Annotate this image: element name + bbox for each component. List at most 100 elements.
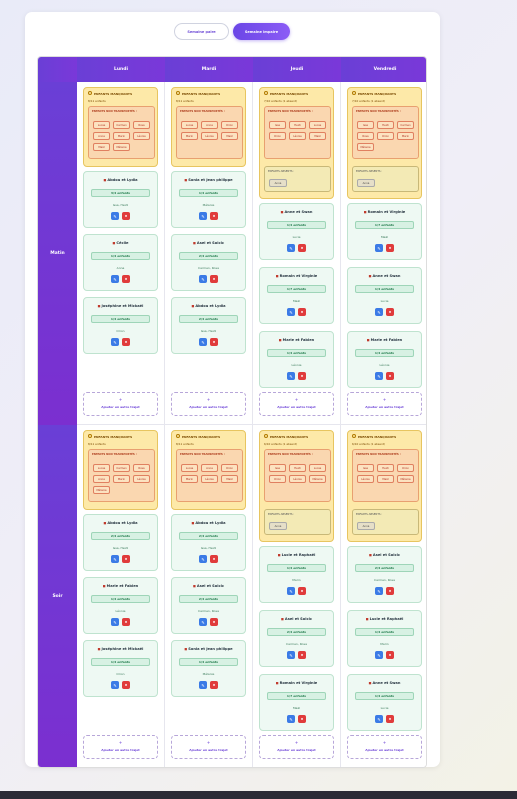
edit-icon[interactable]: ✎ — [199, 338, 207, 346]
add-trip-button[interactable]: + Ajouter un autre trajet — [171, 392, 246, 416]
child-chip[interactable]: Orion — [397, 464, 414, 472]
add-trip-button[interactable]: + Ajouter un autre trajet — [171, 735, 246, 759]
child-chip[interactable]: Marin — [181, 475, 198, 483]
child-chip[interactable]: Mélanie — [309, 475, 326, 483]
edit-icon[interactable]: ✎ — [375, 715, 383, 723]
child-chip[interactable]: Rosa — [357, 132, 374, 140]
edit-icon[interactable]: ✎ — [199, 618, 207, 626]
edit-icon[interactable]: ✎ — [287, 587, 295, 595]
child-chip[interactable]: Issa — [269, 121, 286, 129]
child-chip[interactable]: Mélanie — [113, 143, 130, 151]
child-chip[interactable]: Mélanie — [397, 475, 414, 483]
delete-icon[interactable]: ✖ — [298, 308, 306, 316]
child-chip[interactable]: Carmen — [397, 121, 414, 129]
edit-icon[interactable]: ✎ — [375, 587, 383, 595]
delete-icon[interactable]: ✖ — [386, 308, 394, 316]
edit-icon[interactable]: ✎ — [199, 212, 207, 220]
delete-icon[interactable]: ✖ — [122, 681, 130, 689]
edit-icon[interactable]: ✎ — [199, 555, 207, 563]
child-chip[interactable]: Maël — [93, 143, 110, 151]
child-chip[interactable]: Heidi — [289, 121, 306, 129]
child-chip[interactable]: Carmen — [113, 121, 130, 129]
delete-icon[interactable]: ✖ — [386, 651, 394, 659]
child-chip[interactable]: Orion — [269, 132, 286, 140]
delete-icon[interactable]: ✖ — [386, 244, 394, 252]
child-chip[interactable]: Issa — [357, 464, 374, 472]
add-trip-button[interactable]: + Ajouter un autre trajet — [259, 735, 334, 759]
child-chip[interactable]: Anna — [201, 121, 218, 129]
child-chip[interactable]: Issa — [357, 121, 374, 129]
delete-icon[interactable]: ✖ — [210, 681, 218, 689]
child-chip[interactable]: Anna — [201, 464, 218, 472]
edit-icon[interactable]: ✎ — [375, 244, 383, 252]
child-chip[interactable]: Mélanie — [357, 143, 374, 151]
delete-icon[interactable]: ✖ — [298, 651, 306, 659]
add-trip-button[interactable]: + Ajouter un autre trajet — [83, 392, 158, 416]
edit-icon[interactable]: ✎ — [375, 308, 383, 316]
add-trip-button[interactable]: + Ajouter un autre trajet — [347, 735, 422, 759]
child-chip[interactable]: Léonie — [133, 132, 150, 140]
edit-icon[interactable]: ✎ — [287, 244, 295, 252]
edit-icon[interactable]: ✎ — [287, 308, 295, 316]
child-chip[interactable]: Anna — [93, 132, 110, 140]
edit-icon[interactable]: ✎ — [287, 651, 295, 659]
edit-icon[interactable]: ✎ — [199, 681, 207, 689]
child-chip[interactable]: Lucas — [309, 464, 326, 472]
child-chip[interactable]: Léonie — [133, 475, 150, 483]
child-chip[interactable]: Rosa — [133, 121, 150, 129]
child-chip[interactable]: Lucas — [93, 464, 110, 472]
child-chip[interactable]: Heidi — [377, 464, 394, 472]
edit-icon[interactable]: ✎ — [375, 372, 383, 380]
child-chip[interactable]: Orion — [377, 132, 394, 140]
child-chip[interactable]: Lucas — [181, 121, 198, 129]
delete-icon[interactable]: ✖ — [298, 244, 306, 252]
child-chip[interactable]: Maël — [377, 475, 394, 483]
delete-icon[interactable]: ✖ — [298, 587, 306, 595]
child-chip[interactable]: Carmen — [113, 464, 130, 472]
child-chip[interactable]: Maël — [309, 132, 326, 140]
child-chip[interactable]: Marin — [181, 132, 198, 140]
child-chip[interactable]: Anna — [93, 475, 110, 483]
add-trip-button[interactable]: + Ajouter un autre trajet — [259, 392, 334, 416]
edit-icon[interactable]: ✎ — [199, 275, 207, 283]
delete-icon[interactable]: ✖ — [210, 555, 218, 563]
delete-icon[interactable]: ✖ — [210, 275, 218, 283]
edit-icon[interactable]: ✎ — [111, 338, 119, 346]
delete-icon[interactable]: ✖ — [122, 212, 130, 220]
edit-icon[interactable]: ✎ — [111, 618, 119, 626]
delete-icon[interactable]: ✖ — [210, 338, 218, 346]
delete-icon[interactable]: ✖ — [122, 555, 130, 563]
week-odd-toggle[interactable]: Semaine impaire — [233, 23, 290, 40]
child-chip[interactable]: Rosa — [133, 464, 150, 472]
child-chip[interactable]: Maël — [221, 475, 238, 483]
edit-icon[interactable]: ✎ — [111, 275, 119, 283]
delete-icon[interactable]: ✖ — [298, 715, 306, 723]
child-chip[interactable]: Mélanie — [93, 486, 110, 494]
child-chip[interactable]: Lucas — [181, 464, 198, 472]
child-chip[interactable]: Marin — [397, 132, 414, 140]
delete-icon[interactable]: ✖ — [386, 587, 394, 595]
child-chip[interactable]: Heidi — [289, 464, 306, 472]
delete-icon[interactable]: ✖ — [210, 618, 218, 626]
delete-icon[interactable]: ✖ — [386, 715, 394, 723]
delete-icon[interactable]: ✖ — [210, 212, 218, 220]
child-chip[interactable]: Heidi — [377, 121, 394, 129]
child-chip[interactable]: Issa — [269, 464, 286, 472]
absent-chip[interactable]: Anna — [269, 179, 287, 187]
week-even-toggle[interactable]: Semaine paire — [174, 23, 229, 40]
delete-icon[interactable]: ✖ — [122, 618, 130, 626]
child-chip[interactable]: Léonie — [289, 475, 306, 483]
child-chip[interactable]: Léonie — [289, 132, 306, 140]
edit-icon[interactable]: ✎ — [111, 212, 119, 220]
edit-icon[interactable]: ✎ — [111, 681, 119, 689]
child-chip[interactable]: Orion — [221, 464, 238, 472]
child-chip[interactable]: Léonie — [201, 132, 218, 140]
child-chip[interactable]: Léonie — [201, 475, 218, 483]
child-chip[interactable]: Marin — [113, 132, 130, 140]
child-chip[interactable]: Marin — [113, 475, 130, 483]
delete-icon[interactable]: ✖ — [386, 372, 394, 380]
child-chip[interactable]: Orion — [221, 121, 238, 129]
edit-icon[interactable]: ✎ — [111, 555, 119, 563]
edit-icon[interactable]: ✎ — [287, 715, 295, 723]
delete-icon[interactable]: ✖ — [122, 275, 130, 283]
